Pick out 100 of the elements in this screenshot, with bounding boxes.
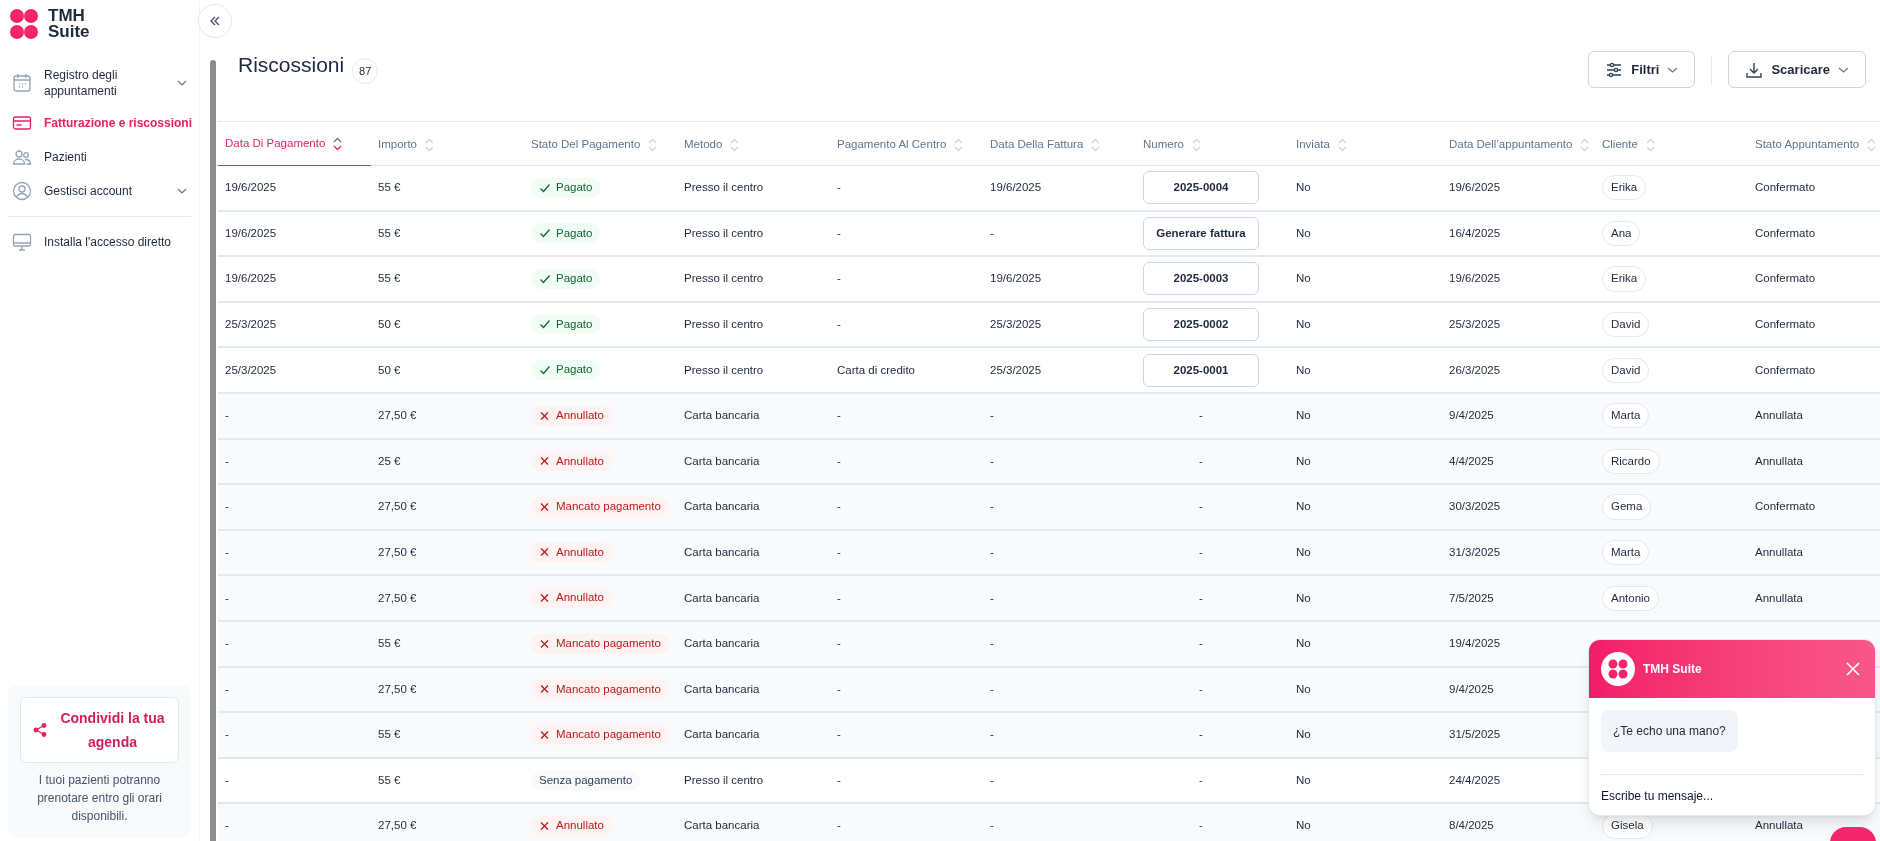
message-input[interactable]: Escribe tu mensaje...: [1601, 787, 1863, 805]
table-cell: No: [1296, 819, 1311, 832]
table-cell: 25/3/2025: [990, 317, 1042, 330]
sort-icon: [1867, 137, 1877, 152]
table-cell: Carta bancaria: [684, 728, 760, 741]
table-cell: Presso il centro: [684, 773, 764, 786]
table-cell: 16/4/2025: [1449, 226, 1501, 239]
sidebar-item[interactable]: Pazienti: [0, 140, 199, 174]
sliders-icon: [1605, 60, 1624, 79]
payment-status-badge: Pagato: [531, 268, 601, 289]
table-cell: 55 €: [378, 226, 401, 239]
table-cell: 27,50 €: [378, 682, 417, 695]
sort-icon: [1191, 137, 1201, 152]
table-cell: Confermato: [1755, 317, 1816, 330]
table-cell: No: [1296, 500, 1311, 513]
table-cell: -: [837, 637, 841, 650]
table-cell: -: [837, 682, 841, 695]
table-cell: 25/3/2025: [225, 363, 277, 376]
table-cell: -: [837, 819, 841, 832]
table-cell: Annullata: [1755, 454, 1803, 467]
chat-title: TMH Suite: [1643, 661, 1702, 678]
sort-icon: [1645, 137, 1655, 152]
table-cell: -: [837, 409, 841, 422]
share-agenda-button[interactable]: Condividi la tua agenda: [20, 697, 179, 763]
table-cell: No: [1296, 226, 1311, 239]
table-cell: 55 €: [378, 272, 401, 285]
table-cell: 55 €: [378, 181, 401, 194]
table-cell: 27,50 €: [378, 545, 417, 558]
sidebar-item[interactable]: Fatturazione e riscossioni: [0, 106, 199, 140]
table-cell: -: [225, 637, 229, 650]
x-icon: [539, 456, 550, 467]
invoice-button[interactable]: 2025-0004: [1143, 171, 1259, 205]
table-cell: Carta bancaria: [684, 682, 760, 695]
table-cell: -: [990, 226, 994, 239]
table-cell: 31/3/2025: [1449, 545, 1501, 558]
invoice-button[interactable]: 2025-0001: [1143, 353, 1259, 387]
table-cell: Carta bancaria: [684, 409, 760, 422]
scrollbar[interactable]: [210, 60, 216, 841]
table-cell: Confermato: [1755, 272, 1816, 285]
table-cell: -: [990, 409, 994, 422]
collapse-sidebar-button[interactable]: [198, 4, 232, 38]
x-icon: [539, 547, 550, 558]
table-cell: 27,50 €: [378, 500, 417, 513]
check-icon: [539, 319, 550, 330]
chat-message: ¿Te echo una mano?: [1601, 710, 1738, 752]
invoice-button[interactable]: 2025-0003: [1143, 262, 1259, 296]
table-cell: 27,50 €: [378, 591, 417, 604]
table-cell: Carta bancaria: [684, 637, 760, 650]
table-cell: Annullata: [1755, 545, 1803, 558]
download-button[interactable]: Scaricare: [1728, 51, 1866, 88]
table-cell: 19/4/2025: [1449, 637, 1501, 650]
table-cell: 8/4/2025: [1449, 819, 1494, 832]
table-cell: 9/4/2025: [1449, 682, 1494, 695]
table-cell: Carta bancaria: [684, 500, 760, 513]
payment-status-badge: Mancato pagamento: [531, 724, 669, 745]
sort-icon: [333, 136, 343, 151]
table-cell: No: [1296, 181, 1311, 194]
sidebar-item[interactable]: Installa l'accesso diretto: [0, 225, 199, 259]
table-cell: -: [1199, 773, 1203, 786]
table-cell: -: [1199, 682, 1203, 695]
table-cell: -: [1199, 545, 1203, 558]
payment-status-badge: Mancato pagamento: [531, 496, 669, 517]
table-cell: Presso il centro: [684, 363, 764, 376]
table-cell: -: [225, 819, 229, 832]
sidebar-item[interactable]: Gestisci account: [0, 174, 199, 208]
table-cell: No: [1296, 591, 1311, 604]
table-cell: Carta bancaria: [684, 454, 760, 467]
close-icon: [1846, 662, 1860, 676]
table-cell: -: [990, 454, 994, 467]
monitor-icon: [12, 232, 32, 252]
table-cell: 24/4/2025: [1449, 773, 1501, 786]
invoice-button[interactable]: Generare fattura: [1143, 216, 1259, 250]
table-cell: -: [990, 500, 994, 513]
chevron-down-icon: [1667, 66, 1679, 73]
table-cell: -: [837, 181, 841, 194]
table-cell: -: [1199, 637, 1203, 650]
payment-status-badge: Annullato: [531, 588, 612, 608]
table-cell: -: [990, 545, 994, 558]
check-icon: [539, 365, 550, 376]
table-cell: -: [990, 773, 994, 786]
table-cell: 19/6/2025: [990, 181, 1042, 194]
table-cell: Presso il centro: [684, 181, 764, 194]
table-cell: Confermato: [1755, 181, 1816, 194]
user-circle-icon: [12, 181, 32, 201]
payment-status-badge: Senza pagamento: [531, 770, 641, 791]
table-cell: Confermato: [1755, 363, 1816, 376]
invoice-button[interactable]: 2025-0002: [1143, 308, 1259, 342]
sidebar-item[interactable]: Registro degli appuntamenti: [0, 60, 199, 106]
table-cell: -: [837, 272, 841, 285]
table-cell: -: [990, 682, 994, 695]
x-icon: [539, 638, 550, 649]
table-cell: 19/6/2025: [225, 226, 277, 239]
x-icon: [539, 593, 550, 603]
table-cell: -: [837, 454, 841, 467]
table-cell: -: [837, 317, 841, 330]
table-cell: 19/6/2025: [1449, 272, 1501, 285]
sort-icon: [1337, 137, 1347, 152]
table-cell: 50 €: [378, 317, 401, 330]
client-tag: Antonio: [1602, 585, 1659, 611]
filter-button[interactable]: Filtri: [1588, 51, 1696, 88]
